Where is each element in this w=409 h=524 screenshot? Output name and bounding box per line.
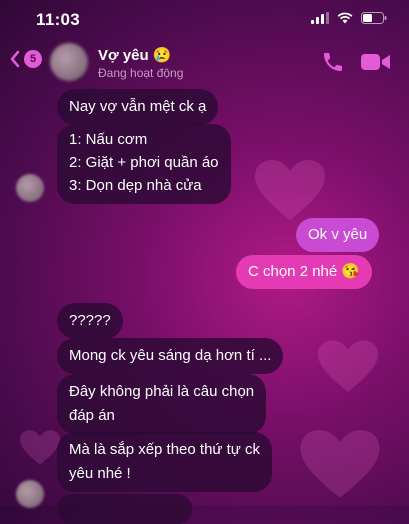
heart-decoration bbox=[300, 430, 380, 498]
message-bubble[interactable]: 1: Nấu cơm 2: Giặt + phơi quần áo 3: Dọn… bbox=[57, 124, 231, 204]
status-bar: 11:03 bbox=[0, 0, 409, 38]
message-text: yêu nhé ! bbox=[69, 465, 131, 482]
signal-icon bbox=[311, 12, 329, 24]
message-text: C chọn 2 nhé 😘 bbox=[248, 263, 361, 280]
heart-decoration bbox=[318, 340, 378, 392]
message-text: Nay vợ vẫn mệt ck ạ bbox=[69, 98, 207, 115]
contact-name[interactable]: Vợ yêu 😢 bbox=[98, 46, 172, 64]
heart-decoration bbox=[255, 160, 325, 220]
message-text: đáp án bbox=[69, 407, 115, 424]
phone-icon[interactable] bbox=[321, 50, 345, 74]
message-bubble[interactable]: Đây không phải là câu chọn đáp án bbox=[57, 374, 267, 434]
message-text: 3: Dọn dẹp nhà cửa bbox=[69, 177, 202, 194]
message-text: Ok v yêu bbox=[308, 226, 368, 243]
wifi-icon bbox=[337, 12, 353, 24]
video-call-icon[interactable] bbox=[361, 52, 391, 72]
message-bubble[interactable]: Nay vợ vẫn mệt ck ạ bbox=[57, 89, 219, 125]
status-icons bbox=[311, 12, 387, 24]
message-text: ????? bbox=[69, 312, 111, 329]
message-text: Mong ck yêu sáng dạ hơn tí ... bbox=[69, 347, 272, 364]
battery-icon bbox=[361, 12, 387, 24]
message-text: 1: Nấu cơm bbox=[69, 131, 148, 148]
avatar[interactable] bbox=[16, 480, 44, 508]
message-bubble[interactable]: Mà là sắp xếp theo thứ tự ck yêu nhé ! bbox=[57, 432, 273, 492]
message-bubble[interactable]: ????? bbox=[57, 303, 123, 339]
avatar[interactable] bbox=[16, 174, 44, 202]
contact-status: Đang hoạt động bbox=[98, 66, 184, 80]
clock: 11:03 bbox=[36, 10, 81, 29]
message-bubble[interactable]: C chọn 2 nhé 😘 bbox=[236, 255, 373, 289]
avatar[interactable] bbox=[50, 43, 88, 81]
message-bubble[interactable]: Ok v yêu bbox=[296, 218, 380, 252]
heart-decoration bbox=[20, 430, 60, 465]
chevron-left-icon bbox=[10, 50, 20, 68]
message-bubble[interactable]: Mong ck yêu sáng dạ hơn tí ... bbox=[57, 338, 284, 374]
chat-header: 5 Vợ yêu 😢 Đang hoạt động bbox=[0, 38, 409, 90]
unread-badge: 5 bbox=[24, 50, 42, 68]
message-text: 2: Giặt + phơi quần áo bbox=[69, 154, 219, 171]
message-bubble[interactable] bbox=[57, 494, 192, 524]
message-text: Đây không phải là câu chọn bbox=[69, 383, 255, 400]
back-button[interactable]: 5 bbox=[10, 50, 42, 68]
message-text: Mà là sắp xếp theo thứ tự ck bbox=[69, 441, 261, 458]
